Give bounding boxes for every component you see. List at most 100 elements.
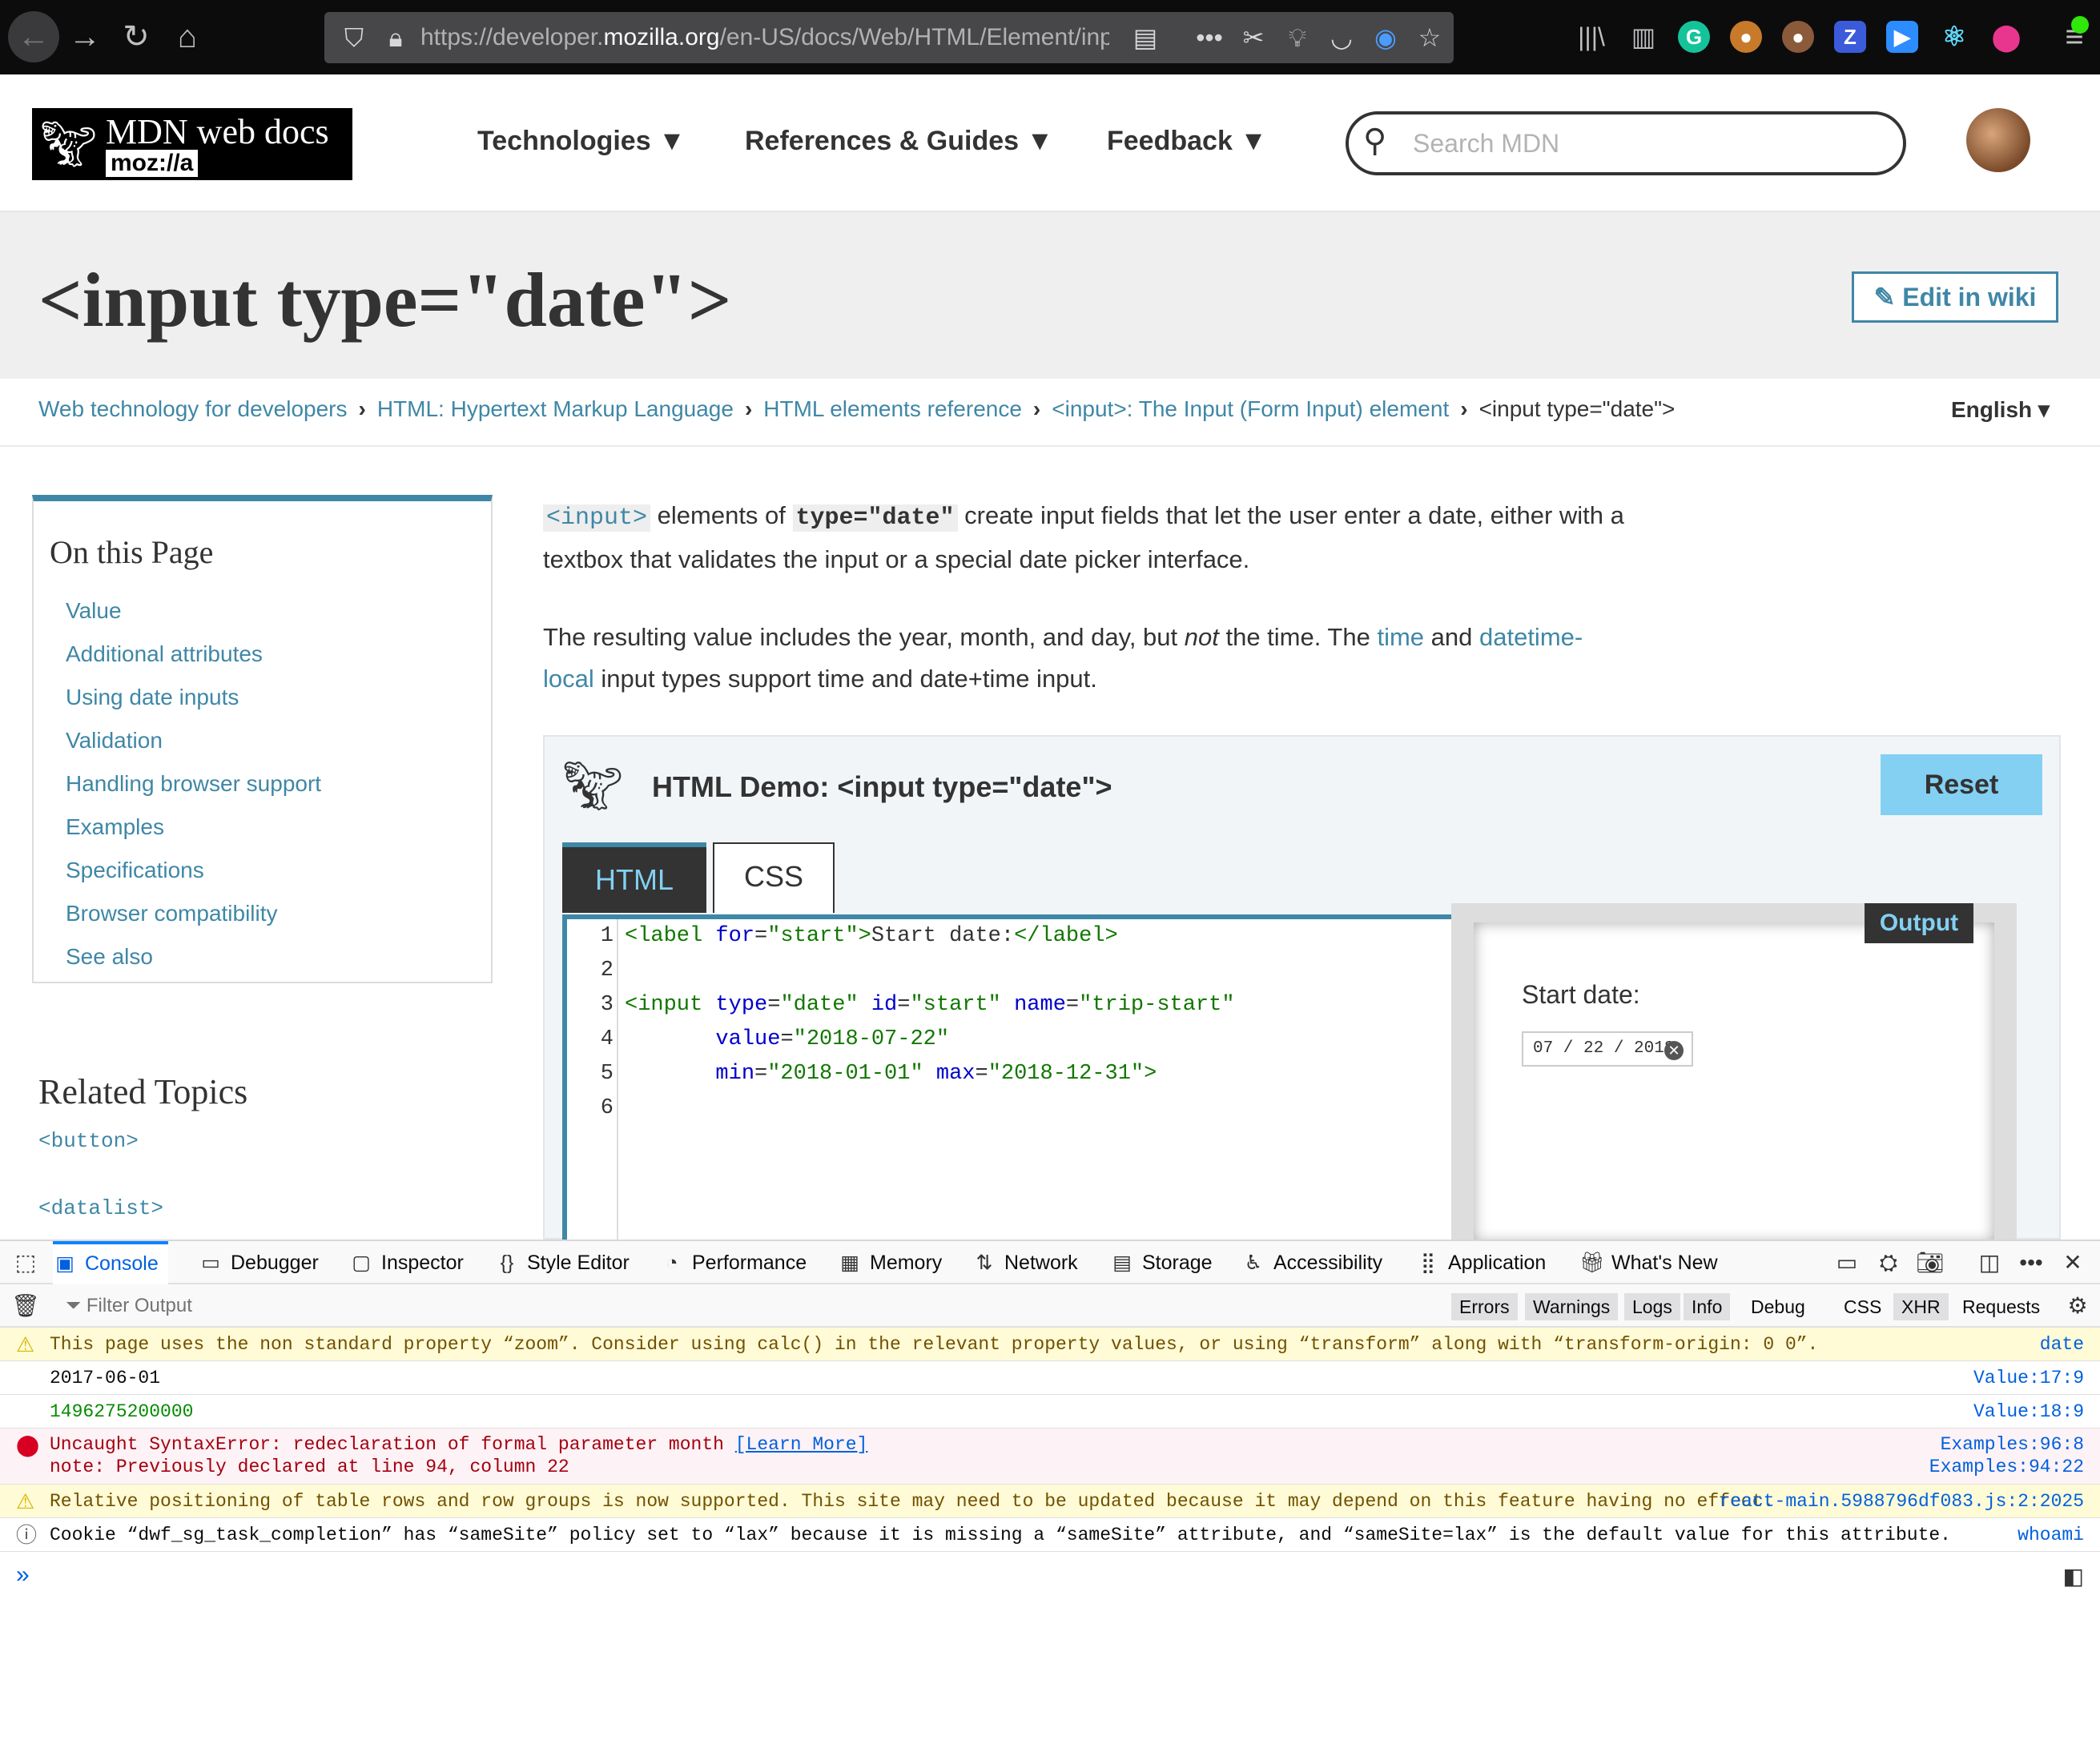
- location-pin-icon[interactable]: ⬤: [1990, 21, 2022, 53]
- toc-item-browser-compatibility[interactable]: Browser compatibility: [66, 892, 321, 935]
- menu-icon[interactable]: ≡: [2049, 0, 2100, 74]
- toolbox-settings-icon[interactable]: ⛭: [1871, 1241, 1906, 1284]
- language-selector[interactable]: English ▾: [1951, 396, 2050, 423]
- paragraph-text: The resulting value includes the year, m…: [543, 623, 1185, 651]
- breadcrumb-link[interactable]: HTML: Hypertext Markup Language: [377, 396, 734, 421]
- tab-css[interactable]: CSS: [713, 842, 835, 913]
- date-input[interactable]: 07 / 22 / 2018 ✕: [1522, 1031, 1693, 1067]
- code-editor[interactable]: 1 2 3 4 5 6 <label for="start">Start dat…: [562, 914, 1451, 1243]
- breadcrumb-link[interactable]: <input>: The Input (Form Input) element: [1052, 396, 1449, 421]
- mdn-logo[interactable]: 🦖︎ MDN web docs moz://a: [32, 108, 352, 180]
- tab-style-editor[interactable]: {} Style Editor: [495, 1241, 630, 1284]
- camera-icon[interactable]: 📷︎: [1913, 1241, 1948, 1284]
- react-devtools-icon[interactable]: ⚛: [1938, 21, 1970, 53]
- bookmark-star-icon[interactable]: ☆: [1410, 12, 1450, 63]
- output-panel: Start date: 07 / 22 / 2018 ✕ Output: [1451, 903, 2017, 1248]
- tab-accessibility[interactable]: ♿︎ Accessibility: [1241, 1241, 1382, 1284]
- split-console-icon[interactable]: ◧: [2063, 1563, 2084, 1589]
- input-element-link[interactable]: <input>: [543, 504, 651, 532]
- forward-icon[interactable]: →: [59, 0, 111, 74]
- lightbulb-icon[interactable]: 💡︎: [1277, 12, 1318, 63]
- tab-html[interactable]: HTML: [562, 842, 706, 913]
- tab-network[interactable]: ⇅ Network: [972, 1241, 1078, 1284]
- page-actions-icon[interactable]: •••: [1189, 12, 1229, 63]
- message-source-link[interactable]: whoami: [2018, 1518, 2084, 1552]
- toc-item-additional-attributes[interactable]: Additional attributes: [66, 633, 321, 676]
- library-icon[interactable]: |||\: [1566, 0, 1617, 74]
- filter-output-input[interactable]: ⏷ Filter Output: [66, 1284, 192, 1328]
- avatar[interactable]: [1966, 108, 2030, 172]
- line-number: 2: [600, 958, 614, 983]
- toc-item-examples[interactable]: Examples: [66, 806, 321, 849]
- home-icon[interactable]: ⌂: [162, 0, 213, 74]
- url-bar[interactable]: ⛉ 🔒︎ https://developer.mozilla.org/en-US…: [324, 12, 1454, 63]
- nav-feedback[interactable]: Feedback ▼: [1107, 126, 1267, 157]
- nav-references-guides[interactable]: References & Guides ▼: [745, 126, 1053, 157]
- clear-icon[interactable]: ✕: [1664, 1041, 1684, 1060]
- tab-memory[interactable]: ▦ Memory: [838, 1241, 942, 1284]
- grammarly-icon[interactable]: G: [1678, 21, 1710, 53]
- tab-debugger[interactable]: ▭ Debugger: [199, 1241, 319, 1284]
- dock-icon[interactable]: ◫: [1972, 1241, 2007, 1284]
- toc-item-specifications[interactable]: Specifications: [66, 849, 321, 892]
- related-item-datalist[interactable]: <datalist>: [38, 1196, 163, 1220]
- related-item-button[interactable]: <button>: [38, 1129, 139, 1153]
- tracking-protection-icon[interactable]: ⛉: [334, 12, 374, 63]
- filter-info[interactable]: Info: [1684, 1293, 1731, 1320]
- element-picker-icon[interactable]: ⬚: [8, 1241, 43, 1284]
- console-settings-icon[interactable]: ⚙: [2060, 1284, 2095, 1328]
- responsive-design-icon[interactable]: ▭: [1829, 1241, 1865, 1284]
- url-text[interactable]: https://developer.mozilla.org/en-US/docs…: [420, 12, 1109, 63]
- reader-view-icon[interactable]: ▤: [1125, 12, 1165, 63]
- filter-css[interactable]: CSS: [1836, 1293, 1889, 1320]
- filter-xhr[interactable]: XHR: [1893, 1293, 1949, 1320]
- message-source-link[interactable]: Value:18:9: [1973, 1395, 2084, 1429]
- message-source-link[interactable]: date: [2040, 1328, 2084, 1361]
- error-icon: ⬤: [16, 1433, 40, 1457]
- toc-item-using-date-inputs[interactable]: Using date inputs: [66, 676, 321, 719]
- message-source-link[interactable]: Examples:94:22: [1929, 1456, 2084, 1478]
- filter-debug[interactable]: Debug: [1743, 1293, 1813, 1320]
- nav-technologies[interactable]: Technologies ▼: [477, 126, 686, 157]
- message-source-link[interactable]: Value:17:9: [1973, 1361, 2084, 1395]
- reset-button[interactable]: Reset: [1881, 754, 2042, 815]
- search-input[interactable]: ⚲ Search MDN: [1346, 111, 1906, 175]
- tab-application[interactable]: ⣿ Application: [1416, 1241, 1546, 1284]
- breadcrumb-link[interactable]: HTML elements reference: [763, 396, 1022, 421]
- screenshot-icon[interactable]: ✂: [1233, 12, 1273, 63]
- time-link[interactable]: time: [1377, 623, 1424, 651]
- edit-in-wiki-label: Edit in wiki: [1902, 283, 2037, 311]
- tab-console[interactable]: ▣ Console: [53, 1241, 168, 1284]
- tab-performance[interactable]: ◔ Performance: [660, 1241, 807, 1284]
- tab-whats-new[interactable]: 🎁︎ What's New: [1579, 1241, 1718, 1284]
- lock-icon[interactable]: 🔒︎: [376, 12, 416, 63]
- message-source-link[interactable]: react-main.5988796df083.js:2:2025: [1720, 1485, 2084, 1518]
- filter-errors[interactable]: Errors: [1451, 1293, 1518, 1320]
- toc-item-validation[interactable]: Validation: [66, 719, 321, 762]
- sidebar-toggle-icon[interactable]: ▥: [1618, 0, 1669, 74]
- toc-item-see-also[interactable]: See also: [66, 935, 321, 978]
- toc-item-handling-browser-support[interactable]: Handling browser support: [66, 762, 321, 806]
- trash-icon[interactable]: 🗑︎: [11, 1284, 40, 1328]
- learn-more-link[interactable]: [Learn More]: [735, 1434, 868, 1455]
- console-input[interactable]: » ◧: [0, 1557, 2100, 1597]
- line-number: 5: [600, 1062, 614, 1086]
- filter-logs[interactable]: Logs: [1624, 1293, 1680, 1320]
- extension-avatar-icon[interactable]: ●: [1782, 21, 1814, 53]
- tab-storage[interactable]: ▤ Storage: [1110, 1241, 1212, 1284]
- filter-requests[interactable]: Requests: [1954, 1293, 2048, 1320]
- close-icon[interactable]: ✕: [2055, 1241, 2090, 1284]
- reload-icon[interactable]: ↻: [111, 0, 162, 74]
- edit-in-wiki-button[interactable]: ✎ Edit in wiki: [1852, 271, 2058, 323]
- translate-icon[interactable]: ◉: [1366, 12, 1406, 63]
- tab-inspector[interactable]: ▢ Inspector: [349, 1241, 464, 1284]
- toc-item-value[interactable]: Value: [66, 589, 321, 633]
- zotero-icon[interactable]: Z: [1834, 21, 1866, 53]
- breadcrumb-link[interactable]: Web technology for developers: [38, 396, 348, 421]
- zoom-icon[interactable]: ▶: [1886, 21, 1918, 53]
- message-source-link[interactable]: Examples:96:8: [1941, 1433, 2084, 1456]
- more-options-icon[interactable]: •••: [2014, 1241, 2049, 1284]
- extension-monkey-icon[interactable]: ●: [1730, 21, 1762, 53]
- filter-warnings[interactable]: Warnings: [1525, 1293, 1619, 1320]
- pocket-icon[interactable]: ◡: [1322, 12, 1362, 63]
